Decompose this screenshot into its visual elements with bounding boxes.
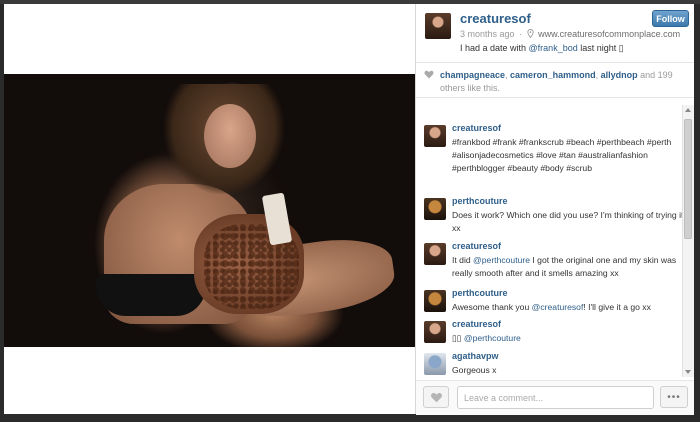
comment-text-part: It did [452,255,474,265]
liker-name[interactable]: cameron_hammond [510,70,596,80]
comment-text: ▯▯ @perthcouture [452,332,682,345]
more-options-icon: ••• [667,392,681,403]
creaturesof-avatar[interactable] [424,321,446,343]
scroll-up-arrow-icon[interactable] [685,108,691,112]
comment-username[interactable]: agathavpw [452,351,499,361]
meta-separator: · [519,29,523,39]
comment-username[interactable]: perthcouture [452,196,508,206]
scrollbar-thumb[interactable] [684,119,692,239]
comment-text-part: Awesome thank you [452,302,532,312]
comment-text: Does it work? Which one did you use? I'm… [452,209,682,235]
likes-others-count[interactable]: 199 [658,70,673,80]
likes-section: champagneace, cameron_hammond, allydnop … [416,63,694,98]
owner-avatar[interactable] [425,13,451,39]
likes-text: champagneace, cameron_hammond, allydnop … [440,70,673,93]
owner-username[interactable]: creaturesof [460,11,531,26]
follow-button[interactable]: Follow [652,10,689,27]
comment-item: creaturesof ▯▯ @perthcouture [424,319,682,349]
creaturesof-avatar[interactable] [424,243,446,265]
more-options-button[interactable]: ••• [660,386,688,408]
comment-item: perthcouture Does it work? Which one did… [424,196,682,238]
perthcouture-avatar[interactable] [424,198,446,220]
post-header: creaturesof 3 months ago · www.creatures… [416,4,694,63]
media-pane [4,4,415,414]
post-caption: I had a date with @frank_bod last night … [460,43,624,54]
heart-icon [431,392,442,403]
photo-figure-face [204,104,256,168]
comment-text: #frankbod #frank #frankscrub #beach #per… [452,136,682,175]
comment-item: creaturesof #frankbod #frank #frankscrub… [424,123,682,191]
comment-text: It did @perthcouture I got the original … [452,254,682,280]
caption-text-start: I had a date with [460,43,529,53]
post-meta: 3 months ago · www.creaturesofcommonplac… [460,29,680,39]
comments-scrollbar[interactable] [682,105,694,377]
side-panel: creaturesof 3 months ago · www.creatures… [415,4,694,415]
comment-username[interactable]: perthcouture [452,288,508,298]
scroll-down-arrow-icon[interactable] [685,370,691,374]
comment-item: creaturesof It did @perthcouture I got t… [424,241,682,285]
perthcouture-avatar[interactable] [424,290,446,312]
comment-text-part: ! I'll give it a go xx [583,302,651,312]
post-modal: creaturesof 3 months ago · www.creatures… [4,4,694,415]
comment-username[interactable]: creaturesof [452,319,501,329]
creaturesof-avatar[interactable] [424,125,446,147]
comment-text: Awesome thank you @creaturesof! I'll giv… [452,301,682,314]
likes-suffix: others like this. [440,83,501,93]
caption-mention[interactable]: @frank_bod [529,43,578,53]
comment-text-part: Does it work? Which one did you use? I'm… [452,210,682,233]
like-button[interactable] [423,386,449,408]
comment-mention[interactable]: @creaturesof [532,302,584,312]
comment-text-part: Gorgeous x [452,365,497,375]
liker-name[interactable]: champagneace [440,70,505,80]
comment-footer: ••• [416,380,694,415]
comment-item: perthcouture Awesome thank you @creature… [424,288,682,318]
post-photo[interactable] [4,74,415,347]
agathavpw-avatar[interactable] [424,353,446,375]
caption-text-end: last night ▯ [577,43,624,53]
comment-mention[interactable]: @perthcouture [473,255,530,265]
website-link[interactable]: www.creaturesofcommonplace.com [538,29,680,39]
comment-mention[interactable]: @perthcouture [464,333,521,343]
location-pin-icon [526,29,534,38]
photo-figure-swimwear [96,274,206,316]
comment-text-part: ▯▯ [452,333,464,343]
comments-list: creaturesof #frankbod #frank #frankscrub… [416,105,682,377]
comment-username[interactable]: creaturesof [452,241,501,251]
post-time[interactable]: 3 months ago [460,29,515,39]
heart-icon [424,70,434,79]
comment-username[interactable]: creaturesof [452,123,501,133]
liker-name[interactable]: allydnop [601,70,638,80]
comment-input[interactable] [457,386,654,409]
comment-text-part: #frankbod #frank #frankscrub #beach #per… [452,137,672,173]
comment-text: Gorgeous x [452,364,682,377]
comment-item: agathavpw Gorgeous x [424,351,682,377]
likes-and: and [637,70,658,80]
